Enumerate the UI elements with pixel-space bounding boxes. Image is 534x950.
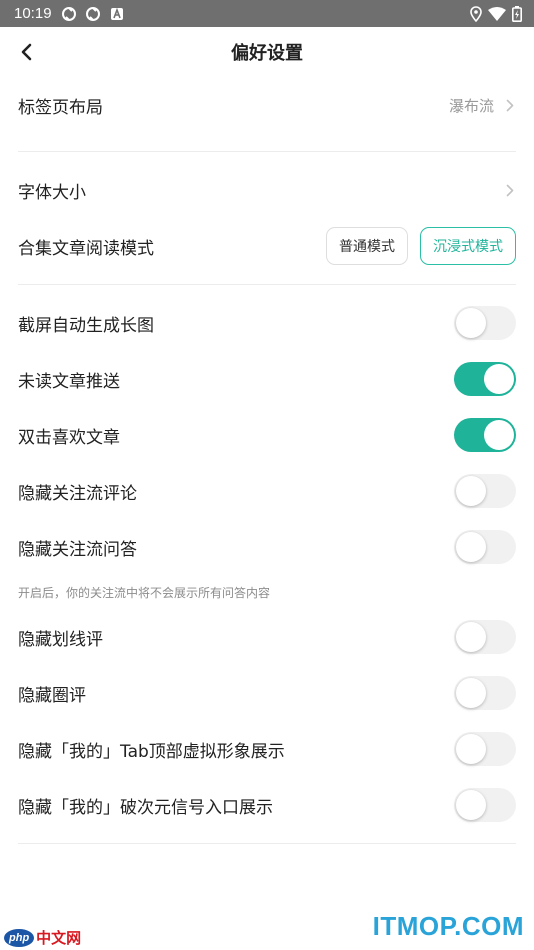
setting-hide-follow-qa: 隐藏关注流问答 xyxy=(18,519,516,575)
chevron-right-icon xyxy=(506,98,516,112)
page-title: 偏好设置 xyxy=(231,43,303,64)
setting-label: 隐藏「我的」Tab顶部虚拟形象展示 xyxy=(18,741,285,762)
setting-double-tap-like: 双击喜欢文章 xyxy=(18,407,516,463)
setting-hide-underline-comments: 隐藏划线评 xyxy=(18,609,516,665)
setting-collection-read-mode: 合集文章阅读模式 普通模式 沉浸式模式 xyxy=(18,218,516,274)
toggle-switch[interactable] xyxy=(454,362,516,396)
watermark-php-cn: php 中文网 xyxy=(4,927,81,948)
location-icon xyxy=(470,5,482,22)
toggle-knob xyxy=(456,790,486,820)
status-time: 10:19 xyxy=(14,5,52,22)
sync-icon xyxy=(84,5,102,23)
battery-icon xyxy=(512,5,522,22)
sync-icon xyxy=(60,5,78,23)
divider xyxy=(18,843,516,844)
wifi-icon xyxy=(488,6,506,21)
setting-font-size[interactable]: 字体大小 xyxy=(18,162,516,218)
setting-tab-layout[interactable]: 标签页布局 瀑布流 xyxy=(18,77,516,133)
back-button[interactable] xyxy=(14,39,40,65)
php-logo: php xyxy=(4,928,35,947)
toggle-switch[interactable] xyxy=(454,620,516,654)
setting-hide-follow-comments: 隐藏关注流评论 xyxy=(18,463,516,519)
setting-label: 合集文章阅读模式 xyxy=(18,238,154,259)
toggle-knob xyxy=(484,420,514,450)
toggle-switch[interactable] xyxy=(454,788,516,822)
toggle-switch[interactable] xyxy=(454,306,516,340)
setting-label: 隐藏关注流评论 xyxy=(18,483,137,504)
setting-hint: 开启后，你的关注流中将不会展示所有问答内容 xyxy=(18,585,271,600)
setting-hide-circle-comments: 隐藏圈评 xyxy=(18,665,516,721)
setting-screenshot-long-image: 截屏自动生成长图 xyxy=(18,295,516,351)
toggle-switch[interactable] xyxy=(454,474,516,508)
setting-label: 隐藏「我的」破次元信号入口展示 xyxy=(18,797,273,818)
setting-value: 瀑布流 xyxy=(448,96,494,115)
status-bar: 10:19 xyxy=(0,0,534,27)
toggle-knob xyxy=(456,734,486,764)
setting-unread-push: 未读文章推送 xyxy=(18,351,516,407)
toggle-knob xyxy=(484,364,514,394)
back-arrow-icon xyxy=(21,43,32,61)
setting-hide-signal-entry: 隐藏「我的」破次元信号入口展示 xyxy=(18,777,516,833)
toggle-switch[interactable] xyxy=(454,530,516,564)
toggle-switch[interactable] xyxy=(454,676,516,710)
toggle-knob xyxy=(456,308,486,338)
setting-label: 隐藏关注流问答 xyxy=(18,539,137,560)
toggle-knob xyxy=(456,532,486,562)
setting-hide-avatar-display: 隐藏「我的」Tab顶部虚拟形象展示 xyxy=(18,721,516,777)
setting-label: 字体大小 xyxy=(18,182,86,203)
watermark-left-text: 中文网 xyxy=(36,930,82,947)
setting-label: 双击喜欢文章 xyxy=(18,427,120,448)
nav-bar: 偏好设置 xyxy=(0,27,534,77)
setting-label: 标签页布局 xyxy=(18,97,103,118)
setting-label: 未读文章推送 xyxy=(18,371,120,392)
toggle-knob xyxy=(456,678,486,708)
toggle-knob xyxy=(456,476,486,506)
mode-immersive-button[interactable]: 沉浸式模式 xyxy=(420,227,516,265)
notification-a-icon xyxy=(108,5,126,23)
setting-label: 隐藏圈评 xyxy=(18,685,86,706)
toggle-switch[interactable] xyxy=(454,418,516,452)
toggle-knob xyxy=(456,622,486,652)
toggle-switch[interactable] xyxy=(454,732,516,766)
chevron-right-icon xyxy=(506,183,516,197)
setting-label: 截屏自动生成长图 xyxy=(18,315,154,336)
setting-label: 隐藏划线评 xyxy=(18,629,103,650)
mode-normal-button[interactable]: 普通模式 xyxy=(326,227,408,265)
watermark-itmop: ITMOP.COM xyxy=(372,911,524,941)
